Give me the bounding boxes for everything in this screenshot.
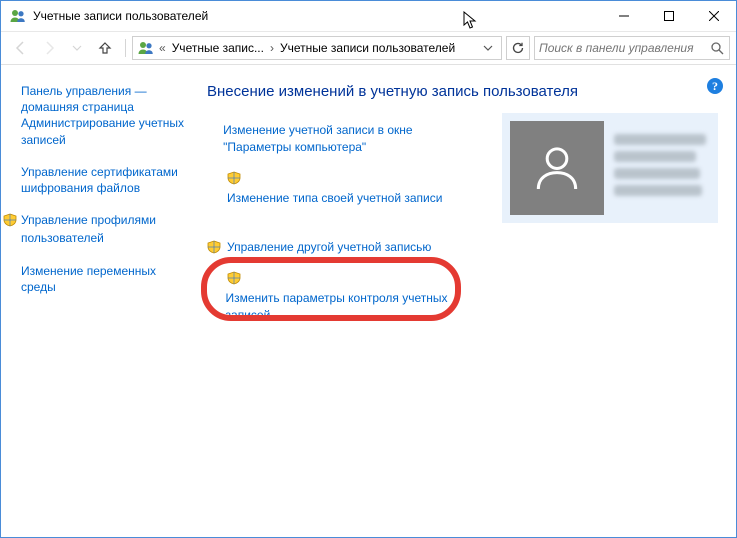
sidebar: Панель управления — домашняя страница Ад… <box>1 65 199 535</box>
separator <box>125 39 126 57</box>
current-account-card <box>502 113 718 223</box>
refresh-button[interactable] <box>506 36 530 60</box>
close-button[interactable] <box>691 1 736 31</box>
user-accounts-icon <box>137 39 155 57</box>
task-change-account-type[interactable]: Изменение типа своей учетной записи <box>227 190 442 207</box>
shield-icon <box>227 171 467 188</box>
help-icon[interactable]: ? <box>706 77 724 98</box>
sidebar-item-admin-accounts[interactable]: Администрирование учетных записей <box>21 115 189 147</box>
sidebar-item-env-vars[interactable]: Изменение переменных среды <box>21 263 189 295</box>
shield-icon <box>207 240 221 254</box>
chevron-right-icon[interactable]: › <box>268 41 276 55</box>
sidebar-item-certificates[interactable]: Управление сертификатами шифрования файл… <box>21 164 189 196</box>
main-pane: ? Внесение изменений в учетную запись по… <box>199 65 736 535</box>
shield-icon <box>227 271 467 288</box>
user-accounts-icon <box>9 7 27 25</box>
task-change-account-settings[interactable]: Изменение учетной записи в окне "Парамет… <box>223 122 467 157</box>
forward-button <box>35 36 63 60</box>
breadcrumb-root-chevron[interactable]: « <box>157 41 168 55</box>
window-title: Учетные записи пользователей <box>33 9 601 23</box>
minimize-button[interactable] <box>601 1 646 31</box>
avatar <box>510 121 604 215</box>
address-bar[interactable]: « Учетные запис... › Учетные записи поль… <box>132 36 502 60</box>
svg-text:?: ? <box>712 79 718 93</box>
page-title: Внесение изменений в учетную запись поль… <box>207 83 718 100</box>
address-dropdown[interactable] <box>477 37 499 59</box>
task-change-uac-settings[interactable]: Изменить параметры контроля учетных запи… <box>226 290 467 325</box>
account-details <box>614 134 710 202</box>
up-button[interactable] <box>91 36 119 60</box>
sidebar-item-profiles[interactable]: Управление профилями пользователей <box>21 212 189 247</box>
history-dropdown[interactable] <box>63 36 91 60</box>
titlebar: Учетные записи пользователей <box>1 1 736 31</box>
task-manage-other-account[interactable]: Управление другой учетной записью <box>227 239 431 256</box>
sidebar-home-link[interactable]: Панель управления — домашняя страница <box>21 84 147 114</box>
shield-icon <box>3 213 17 227</box>
search-box[interactable] <box>534 36 730 60</box>
navigation-bar: « Учетные запис... › Учетные записи поль… <box>1 31 736 65</box>
back-button[interactable] <box>7 36 35 60</box>
search-input[interactable] <box>535 41 705 55</box>
maximize-button[interactable] <box>646 1 691 31</box>
breadcrumb-segment-1[interactable]: Учетные запис... <box>168 37 268 59</box>
breadcrumb-segment-2[interactable]: Учетные записи пользователей <box>276 37 459 59</box>
search-button[interactable] <box>705 37 729 59</box>
